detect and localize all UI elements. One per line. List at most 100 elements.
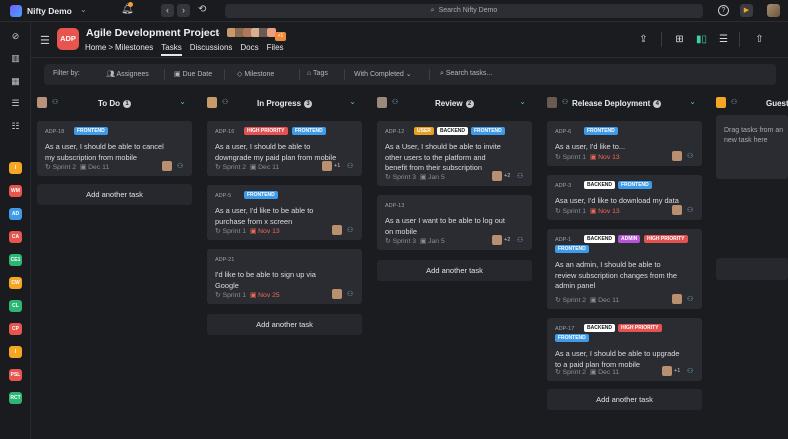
list-view-icon[interactable]: ☰	[717, 33, 730, 46]
chevron-down-icon[interactable]: ⌄	[214, 27, 222, 38]
chevron-down-icon[interactable]: ⌄	[349, 97, 356, 106]
back-button[interactable]: ‹	[161, 4, 174, 17]
sidebar-project-icon[interactable]: I	[9, 162, 22, 174]
tab-home[interactable]: Home	[85, 43, 106, 52]
sprint-icon[interactable]: ⚇	[347, 226, 353, 234]
workspace-logo-icon[interactable]	[10, 5, 22, 17]
sprint-icon[interactable]: ⚇	[687, 206, 693, 214]
history-icon[interactable]: ⟲	[198, 4, 206, 15]
assignee-avatar[interactable]	[162, 161, 172, 171]
drop-zone[interactable]: Drag tasks from an new task here	[716, 115, 788, 179]
task-card[interactable]: ADP-21 I'd like to be able to sign up via…	[207, 249, 362, 304]
chart-icon[interactable]: ▥	[9, 52, 22, 65]
share-icon[interactable]: ⇪	[637, 33, 650, 46]
column-header[interactable]: ⚇ Release Deployment 4 ⌄	[547, 96, 702, 112]
sidebar-project-icon[interactable]: CW	[9, 277, 22, 289]
member-avatars[interactable]: +1	[227, 28, 286, 41]
user-avatar[interactable]	[767, 4, 780, 17]
compass-icon[interactable]: ⊘	[9, 30, 22, 43]
sidebar-project-icon[interactable]: RCT	[9, 392, 22, 404]
chevron-down-icon[interactable]: ⌄	[519, 97, 526, 106]
assignee-avatar[interactable]	[322, 161, 332, 171]
add-task-button[interactable]: Add another task	[207, 314, 362, 335]
filter-tags[interactable]: ⌂ Tags	[307, 70, 328, 77]
assignee-avatar[interactable]	[662, 366, 672, 376]
forward-button[interactable]: ›	[177, 4, 190, 17]
filter-assignees[interactable]: 👥︎ Assignees	[106, 70, 149, 78]
assignee-avatar[interactable]	[672, 151, 682, 161]
task-card[interactable]: ADP-1 BACKEND ADMIN HIGH PRIORITY FRONTEND As…	[547, 229, 702, 309]
sidebar-project-icon[interactable]: CA	[9, 231, 22, 243]
filter-milestone[interactable]: ◇ Milestone	[237, 70, 274, 78]
sprint-icon[interactable]: ⚇	[347, 162, 353, 170]
column-header[interactable]: ⚇ Guest	[716, 96, 788, 112]
tab-discussions[interactable]: Discussions	[190, 43, 233, 52]
drop-zone-line: new task here	[724, 137, 768, 144]
task-card[interactable]: ADP-13 As a user I want to be able to log…	[377, 195, 532, 250]
sprint-icon[interactable]: ⚇	[517, 172, 523, 180]
assignee-avatar[interactable]	[672, 205, 682, 215]
task-card[interactable]: ADP-12 USER BACKEND FRONTEND As a User, I sh…	[377, 121, 532, 186]
list-icon[interactable]: ☰	[9, 97, 22, 110]
column-header[interactable]: ⚇ Review 2 ⌄	[377, 96, 532, 112]
sprint-icon[interactable]: ⚇	[52, 98, 58, 106]
sprint-icon[interactable]: ⚇	[392, 98, 398, 106]
add-task-button[interactable]: Add another task	[37, 184, 192, 205]
task-search-input[interactable]: ⌕ Search tasks...	[440, 70, 492, 78]
sprint-icon[interactable]: ⚇	[731, 98, 737, 106]
assignee-avatar[interactable]	[492, 171, 502, 181]
board-view-icon[interactable]: ▮▯	[695, 33, 708, 46]
due-date: ▣ Jan 5	[416, 238, 445, 245]
help-icon[interactable]: ?	[718, 5, 729, 16]
tab-files[interactable]: Files	[267, 43, 284, 52]
assignee-avatar[interactable]	[332, 225, 342, 235]
project-title[interactable]: Agile Development Project	[86, 27, 219, 39]
sidebar-project-icon[interactable]: AD	[9, 208, 22, 220]
tab-milestones[interactable]: Milestones	[115, 43, 153, 52]
calendar-icon[interactable]: ▦	[9, 75, 22, 88]
task-card[interactable]: ADP-18 FRONTEND As a user, I should be abl…	[37, 121, 192, 176]
sidebar-project-icon[interactable]: PSL	[9, 369, 22, 381]
menu-icon[interactable]: ☰	[40, 34, 50, 47]
divider	[429, 69, 430, 80]
assignee-avatar[interactable]	[332, 289, 342, 299]
chevron-down-icon[interactable]: ⌄	[689, 97, 696, 106]
chevron-down-icon[interactable]: ⌄	[80, 5, 87, 14]
sprint-icon[interactable]: ⚇	[562, 98, 568, 106]
column-header[interactable]: ⚇ To Do 1 ⌄	[37, 96, 192, 112]
task-card[interactable]: ADP-5 FRONTEND As a user, I'd like to be a…	[207, 185, 362, 240]
chevron-down-icon[interactable]: ⌄	[179, 97, 186, 106]
sprint-icon[interactable]: ⚇	[687, 152, 693, 160]
workspace-name[interactable]: Nifty Demo	[27, 6, 72, 16]
assignee-avatar[interactable]	[492, 235, 502, 245]
task-card[interactable]: ADP-17 BACKEND HIGH PRIORITY FRONTEND As a u…	[547, 318, 702, 381]
sidebar-project-icon[interactable]: CE1	[9, 254, 22, 266]
sprint-icon[interactable]: ⚇	[687, 367, 693, 375]
task-card[interactable]: ADP-6 FRONTEND As a user, I'd like to... ↻ …	[547, 121, 702, 166]
sprint-icon[interactable]: ⚇	[177, 162, 183, 170]
upload-icon[interactable]: ⇧	[753, 33, 766, 46]
task-card[interactable]: ADP-3 BACKEND FRONTEND Asa user, I'd like t…	[547, 175, 702, 220]
with-completed-dropdown[interactable]: With Completed ⌄	[354, 70, 412, 78]
tab-tasks[interactable]: Tasks	[161, 43, 182, 56]
sprint-icon[interactable]: ⚇	[687, 295, 693, 303]
sprint-icon[interactable]: ⚇	[517, 236, 523, 244]
checklist-icon[interactable]: ☷	[9, 120, 22, 133]
add-task-button[interactable]	[716, 258, 788, 280]
sidebar-project-icon[interactable]: WM	[9, 185, 22, 197]
filter-due-date[interactable]: ▣ Due Date	[174, 70, 212, 78]
play-icon[interactable]: ▶	[740, 4, 753, 17]
task-card[interactable]: ADP-16 HIGH PRIORITY FRONTEND As a user, I …	[207, 121, 362, 176]
global-search-input[interactable]: ⌕ Search Nifty Demo	[225, 4, 703, 18]
grid-view-icon[interactable]: ⊞	[673, 33, 686, 46]
sidebar-project-icon[interactable]: I	[9, 346, 22, 358]
assignee-avatar[interactable]	[672, 294, 682, 304]
add-task-button[interactable]: Add another task	[377, 260, 532, 281]
tab-docs[interactable]: Docs	[240, 43, 258, 52]
column-header[interactable]: ⚇ In Progress 3 ⌄	[207, 96, 362, 112]
sidebar-project-icon[interactable]: CP	[9, 323, 22, 335]
sprint-icon[interactable]: ⚇	[222, 98, 228, 106]
sidebar-project-icon[interactable]: CL	[9, 300, 22, 312]
add-task-button[interactable]: Add another task	[547, 389, 702, 410]
sprint-icon[interactable]: ⚇	[347, 290, 353, 298]
